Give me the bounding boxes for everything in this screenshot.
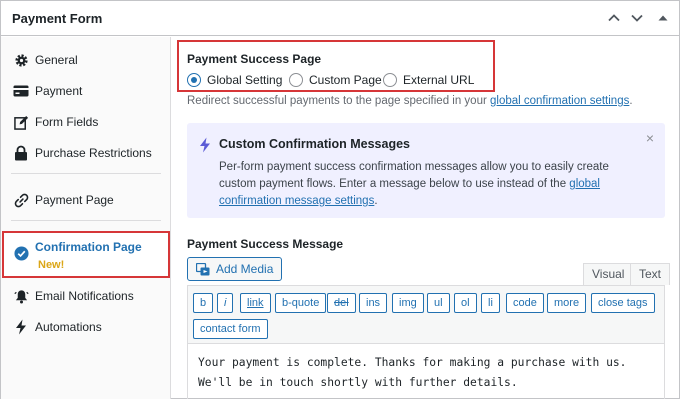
caret-up-icon [658, 15, 668, 21]
toolbar-italic-button[interactable]: i [217, 293, 234, 313]
sidebar-item-label: Payment [35, 84, 83, 98]
sidebar-item-label: Confirmation Page [35, 240, 142, 254]
sidebar-item-email-notifications[interactable]: Email Notifications [1, 283, 171, 309]
sidebar-item-automations[interactable]: Automations [1, 314, 171, 340]
media-icon [195, 262, 211, 284]
bell-icon [13, 288, 29, 304]
edit-icon [13, 114, 29, 130]
panel-title: Payment Form [12, 11, 103, 26]
move-down-button[interactable] [627, 8, 647, 28]
toggle-panel-button[interactable] [653, 8, 673, 28]
toolbar-code-button[interactable]: code [506, 293, 544, 313]
bolt-icon [199, 137, 211, 156]
help-text: Redirect successful payments to the page… [187, 95, 490, 107]
radio-label: Custom Page [309, 73, 382, 87]
toolbar-blockquote-button[interactable]: b-quote [275, 293, 327, 313]
success-page-title: Payment Success Page [187, 52, 322, 66]
sidebar-item-payment-page[interactable]: Payment Page [1, 187, 171, 213]
toolbar-li-button[interactable]: li [481, 293, 500, 313]
sidebar-item-label: Purchase Restrictions [35, 146, 152, 160]
help-suffix: . [629, 95, 633, 107]
notice-suffix: . [374, 195, 378, 207]
toolbar-more-button[interactable]: more [547, 293, 587, 313]
sidebar-item-confirmation-page[interactable]: Confirmation Page New! [2, 231, 170, 278]
toolbar-ol-button[interactable]: ol [454, 293, 477, 313]
radio-dot[interactable] [383, 73, 397, 87]
sidebar-item-payment[interactable]: Payment [1, 78, 171, 104]
radio-label: External URL [403, 73, 475, 87]
chevron-up-icon [608, 14, 620, 22]
move-up-button[interactable] [604, 8, 624, 28]
confirmation-settings: Payment Success Page Global Setting Cust… [172, 37, 680, 399]
toolbar-img-button[interactable]: img [392, 293, 424, 313]
message-editor[interactable]: b i link b-quote del ins img ul ol li co… [187, 285, 665, 399]
toolbar-ins-button[interactable]: ins [359, 293, 388, 313]
tab-text[interactable]: Text [630, 263, 671, 285]
radio-custom-page[interactable]: Custom Page [289, 73, 382, 87]
notice-title: Custom Confirmation Messages [219, 137, 411, 151]
sidebar-item-form-fields[interactable]: Form Fields [1, 109, 171, 135]
chevron-down-icon [631, 14, 643, 22]
radio-dot[interactable] [289, 73, 303, 87]
radio-label: Global Setting [207, 73, 283, 87]
sidebar-item-label: Payment Page [35, 193, 114, 207]
lock-icon [13, 145, 29, 161]
settings-sidebar: General Payment Form Fields Purchase Res… [1, 37, 171, 399]
message-content[interactable]: Your payment is complete. Thanks for mak… [198, 353, 658, 393]
notice-body: Per-form payment success confirmation me… [219, 159, 639, 210]
payment-form-panel: Payment Form General Payment Form Fields… [0, 0, 680, 399]
sidebar-item-label: Email Notifications [35, 289, 134, 303]
panel-header: Payment Form [1, 1, 679, 36]
success-message-title: Payment Success Message [187, 237, 344, 251]
gear-icon [13, 52, 29, 68]
sidebar-item-label: Automations [35, 320, 102, 334]
toolbar-link-button[interactable]: link [240, 293, 271, 313]
sidebar-item-label: General [35, 53, 78, 67]
dismiss-notice-button[interactable]: × [643, 131, 657, 145]
custom-messages-notice: Custom Confirmation Messages Per-form pa… [187, 123, 665, 218]
sidebar-divider [11, 173, 161, 174]
success-page-help: Redirect successful payments to the page… [187, 95, 633, 107]
bolt-icon [13, 319, 29, 335]
add-media-button[interactable]: Add Media [187, 257, 283, 284]
sidebar-item-general[interactable]: General [1, 47, 171, 73]
sidebar-item-purchase-restrictions[interactable]: Purchase Restrictions [1, 140, 171, 166]
close-icon: × [645, 130, 655, 146]
radio-external-url[interactable]: External URL [383, 73, 474, 87]
radio-global-setting[interactable]: Global Setting [187, 73, 282, 87]
credit-card-icon [13, 83, 29, 99]
sidebar-item-label: Form Fields [35, 115, 99, 129]
add-media-label: Add Media [216, 262, 274, 276]
editor-toolbar: b i link b-quote del ins img ul ol li co… [188, 286, 664, 344]
radio-dot-selected[interactable] [187, 73, 201, 87]
link-icon [13, 192, 29, 208]
toolbar-contact-form-button[interactable]: contact form [193, 319, 268, 339]
sidebar-divider [11, 220, 161, 221]
toolbar-del-button[interactable]: del [327, 293, 356, 313]
check-circle-icon [14, 246, 29, 264]
tab-visual[interactable]: Visual [583, 263, 634, 285]
new-badge: New! [38, 259, 65, 271]
notice-text: Per-form payment success confirmation me… [219, 161, 609, 190]
toolbar-ul-button[interactable]: ul [427, 293, 450, 313]
toolbar-bold-button[interactable]: b [193, 293, 214, 313]
global-confirmation-settings-link[interactable]: global confirmation settings [490, 95, 629, 107]
toolbar-close-tags-button[interactable]: close tags [591, 293, 655, 313]
